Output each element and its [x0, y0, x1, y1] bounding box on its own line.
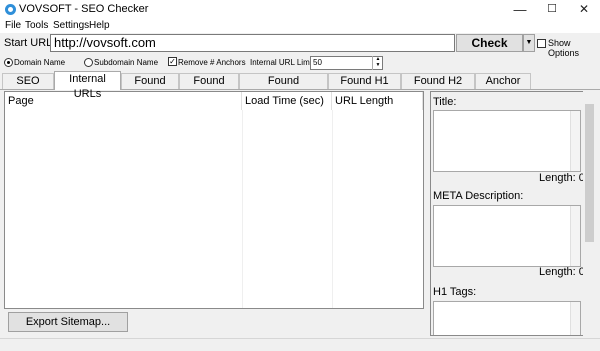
tab-internal-urls[interactable]: Internal URLs — [54, 71, 121, 100]
meta-description-label: META Description: — [433, 190, 524, 202]
tab-found-titles[interactable]: Found Titles — [179, 73, 239, 102]
domain-name-label: Domain Name — [14, 58, 66, 67]
tab-found-links[interactable]: Found Links — [121, 73, 179, 102]
status-bar — [0, 338, 600, 351]
column-header-load-time[interactable]: Load Time (sec) — [242, 92, 332, 110]
subdomain-name-label: Subdomain Name — [94, 58, 159, 67]
tab-anchor-list[interactable]: Anchor List — [475, 73, 531, 102]
title-scrollbar[interactable] — [570, 111, 580, 171]
h1-tags-textbox[interactable] — [433, 301, 581, 335]
close-button[interactable]: ✕ — [568, 0, 600, 19]
column-divider — [242, 110, 243, 308]
h1-tags-label: H1 Tags: — [433, 286, 477, 298]
column-header-page[interactable]: Page — [5, 92, 242, 110]
column-divider — [332, 110, 333, 308]
tab-seo-audit[interactable]: SEO Audit — [2, 73, 54, 102]
check-button[interactable]: Check — [456, 34, 523, 52]
title-length-label: Length: 0 — [539, 172, 585, 184]
minimize-button[interactable]: — — [504, 0, 536, 19]
title-textbox[interactable] — [433, 110, 581, 172]
remove-anchors-checkbox[interactable]: ✓ — [168, 57, 177, 66]
show-options-label: Show Options — [548, 38, 580, 58]
meta-length-label: Length: 0 — [539, 266, 585, 278]
domain-name-radio[interactable] — [4, 58, 13, 67]
url-limit-spinner[interactable]: ▲ ▼ — [372, 56, 383, 70]
menu-file[interactable]: File — [5, 20, 21, 31]
app-logo-icon — [5, 4, 16, 15]
tab-found-h2-tags[interactable]: Found H2 Tags — [401, 73, 475, 102]
spin-down-icon[interactable]: ▼ — [373, 62, 383, 68]
internal-urls-table[interactable]: Page Load Time (sec) URL Length — [4, 91, 424, 309]
menu-settings[interactable]: Settings — [53, 20, 89, 31]
show-options-checkbox[interactable] — [537, 39, 546, 48]
tab-found-descriptions[interactable]: Found Descriptions — [239, 73, 328, 102]
h1-scrollbar[interactable] — [570, 302, 580, 335]
start-url-input[interactable]: http://vovsoft.com — [50, 34, 455, 52]
window-title: VOVSOFT - SEO Checker — [19, 3, 149, 15]
details-scrollbar-thumb[interactable] — [585, 104, 594, 242]
menu-tools[interactable]: Tools — [25, 20, 48, 31]
maximize-button[interactable]: ☐ — [536, 0, 568, 19]
tab-found-h1-tags[interactable]: Found H1 Tags — [328, 73, 401, 102]
export-sitemap-button[interactable]: Export Sitemap... — [8, 312, 128, 332]
start-url-label: Start URL: — [4, 37, 56, 49]
meta-scrollbar[interactable] — [570, 206, 580, 266]
page-details-panel: Title: Length: 0 META Description: Lengt… — [430, 91, 596, 336]
remove-anchors-label: Remove # Anchors — [178, 58, 246, 67]
menu-help[interactable]: Help — [89, 20, 110, 31]
meta-description-textbox[interactable] — [433, 205, 581, 267]
url-limit-label: Internal URL Limit: — [250, 58, 316, 67]
column-header-url-length[interactable]: URL Length — [332, 92, 423, 110]
check-dropdown-button[interactable]: ▼ — [523, 34, 535, 52]
title-label: Title: — [433, 96, 457, 108]
subdomain-name-radio[interactable] — [84, 58, 93, 67]
